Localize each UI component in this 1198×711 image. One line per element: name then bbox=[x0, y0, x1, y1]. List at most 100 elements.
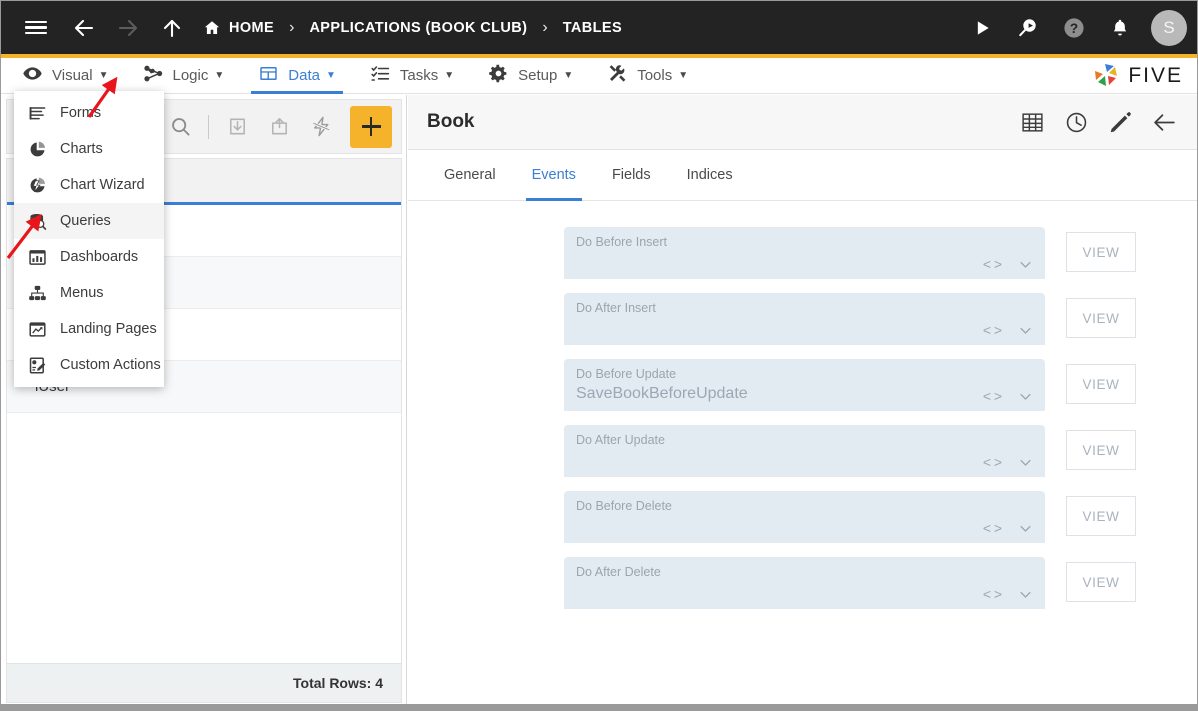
menu-item-tasks[interactable]: Tasks ▼ bbox=[357, 58, 467, 94]
export-upload-icon[interactable] bbox=[260, 108, 298, 146]
code-brackets-icon[interactable]: < > bbox=[983, 322, 1003, 338]
eye-icon bbox=[22, 63, 43, 89]
dropdown-item-dashboards[interactable]: Dashboards bbox=[14, 239, 164, 275]
code-brackets-icon[interactable]: < > bbox=[983, 388, 1003, 404]
bottom-scrollbar[interactable] bbox=[1, 704, 1197, 710]
chevron-down-icon[interactable] bbox=[1018, 455, 1033, 470]
event-field-do-before-delete[interactable]: Do Before Delete < > bbox=[564, 491, 1045, 543]
event-field-do-after-delete[interactable]: Do After Delete < > bbox=[564, 557, 1045, 609]
lightning-bolt-icon[interactable] bbox=[302, 108, 340, 146]
tab-general[interactable]: General bbox=[430, 150, 510, 201]
dropdown-item-charts[interactable]: Charts bbox=[14, 131, 164, 167]
menu-item-logic-label: Logic bbox=[172, 67, 209, 84]
menu-item-setup-label: Setup bbox=[518, 67, 558, 84]
dropdown-item-queries[interactable]: Queries bbox=[14, 203, 164, 239]
total-rows-footer: Total Rows: 4 bbox=[6, 663, 402, 703]
search-icon[interactable] bbox=[161, 108, 199, 146]
dropdown-item-queries-label: Queries bbox=[60, 213, 111, 229]
event-field-label: Do Before Update bbox=[576, 367, 677, 381]
up-arrow-icon[interactable] bbox=[153, 9, 191, 47]
view-button[interactable]: VIEW bbox=[1066, 562, 1136, 602]
page-title: Book bbox=[427, 111, 475, 132]
chevron-down-icon: ▼ bbox=[98, 70, 109, 81]
topbar-right-group: ? S bbox=[961, 1, 1187, 54]
code-brackets-icon[interactable]: < > bbox=[983, 586, 1003, 602]
view-button[interactable]: VIEW bbox=[1066, 232, 1136, 272]
detail-header-actions bbox=[1020, 110, 1197, 135]
menu-item-data[interactable]: Data ▼ bbox=[245, 58, 349, 94]
event-field-label: Do After Update bbox=[576, 433, 665, 447]
menu-item-tasks-label: Tasks bbox=[399, 67, 439, 84]
play-icon[interactable] bbox=[961, 7, 1003, 49]
module-menu-bar: Visual ▼ Logic ▼ Data ▼ Tasks ▼ Setup ▼ … bbox=[1, 58, 1197, 94]
code-brackets-icon[interactable]: < > bbox=[983, 454, 1003, 470]
dropdown-item-chart-wizard[interactable]: Chart Wizard bbox=[14, 167, 164, 203]
tab-fields[interactable]: Fields bbox=[598, 150, 665, 201]
avatar[interactable]: S bbox=[1151, 9, 1187, 46]
tables-list-panel: iUser Total Rows: 4 Forms C bbox=[1, 91, 407, 710]
event-field-do-before-update[interactable]: Do Before Update SaveBookBeforeUpdate < … bbox=[564, 359, 1045, 411]
code-brackets-icon[interactable]: < > bbox=[983, 520, 1003, 536]
breadcrumb-item-home[interactable]: HOME bbox=[203, 19, 274, 37]
menu-item-logic[interactable]: Logic ▼ bbox=[130, 58, 238, 94]
event-field-label: Do Before Delete bbox=[576, 499, 672, 513]
chevron-down-icon: ▼ bbox=[214, 70, 225, 81]
dropdown-item-forms-label: Forms bbox=[60, 105, 102, 121]
custom-actions-icon bbox=[27, 355, 47, 375]
dropdown-item-menus[interactable]: Menus bbox=[14, 275, 164, 311]
help-circle-icon[interactable]: ? bbox=[1053, 7, 1095, 49]
chevron-down-icon[interactable] bbox=[1018, 323, 1033, 338]
tab-events[interactable]: Events bbox=[518, 150, 590, 201]
history-clock-icon[interactable] bbox=[1064, 110, 1089, 135]
tab-indices[interactable]: Indices bbox=[673, 150, 747, 201]
breadcrumb-item-applications[interactable]: APPLICATIONS (BOOK CLUB) bbox=[309, 20, 527, 36]
event-field-do-before-insert[interactable]: Do Before Insert < > bbox=[564, 227, 1045, 279]
event-field-do-after-insert[interactable]: Do After Insert < > bbox=[564, 293, 1045, 345]
dashboard-icon bbox=[27, 247, 47, 267]
gear-icon bbox=[488, 63, 509, 89]
forms-lines-icon bbox=[27, 103, 47, 123]
forward-arrow-icon[interactable] bbox=[109, 9, 147, 47]
search-magnifier-icon[interactable] bbox=[1007, 7, 1049, 49]
detail-header: Book bbox=[408, 95, 1197, 150]
menu-item-setup[interactable]: Setup ▼ bbox=[475, 58, 586, 94]
event-field-icons: < > bbox=[983, 586, 1033, 602]
view-button[interactable]: VIEW bbox=[1066, 298, 1136, 338]
breadcrumb-separator-2: › bbox=[542, 18, 548, 36]
back-arrow-icon[interactable] bbox=[1152, 110, 1177, 135]
chevron-down-icon[interactable] bbox=[1018, 389, 1033, 404]
menu-item-tools[interactable]: Tools ▼ bbox=[594, 58, 701, 94]
table-view-icon[interactable] bbox=[1020, 110, 1045, 135]
chevron-down-icon: ▼ bbox=[563, 70, 574, 81]
breadcrumb-item-tables[interactable]: TABLES bbox=[563, 20, 622, 36]
chevron-down-icon[interactable] bbox=[1018, 587, 1033, 602]
edit-pencil-icon[interactable] bbox=[1108, 110, 1133, 135]
event-field-icons: < > bbox=[983, 520, 1033, 536]
dropdown-item-custom-actions-label: Custom Actions bbox=[60, 357, 161, 373]
event-row-do-after-delete: Do After Delete < > VIEW bbox=[408, 557, 1197, 609]
import-download-icon[interactable] bbox=[218, 108, 256, 146]
breadcrumb: HOME › APPLICATIONS (BOOK CLUB) › TABLES bbox=[203, 19, 622, 37]
table-grid-icon bbox=[258, 63, 279, 89]
dropdown-item-forms[interactable]: Forms bbox=[14, 95, 164, 131]
dropdown-item-landing-pages[interactable]: Landing Pages bbox=[14, 311, 164, 347]
code-brackets-icon[interactable]: < > bbox=[983, 256, 1003, 272]
back-arrow-icon[interactable] bbox=[65, 9, 103, 47]
five-pinwheel-icon bbox=[1095, 64, 1118, 86]
event-field-do-after-update[interactable]: Do After Update < > bbox=[564, 425, 1045, 477]
chevron-down-icon[interactable] bbox=[1018, 521, 1033, 536]
view-button[interactable]: VIEW bbox=[1066, 496, 1136, 536]
dropdown-item-menus-label: Menus bbox=[60, 285, 104, 301]
tools-icon bbox=[607, 63, 628, 89]
dropdown-item-custom-actions[interactable]: Custom Actions bbox=[14, 347, 164, 383]
dropdown-item-dashboards-label: Dashboards bbox=[60, 249, 139, 265]
view-button[interactable]: VIEW bbox=[1066, 430, 1136, 470]
menu-item-visual[interactable]: Visual ▼ bbox=[9, 58, 122, 94]
chevron-down-icon[interactable] bbox=[1018, 257, 1033, 272]
menu-item-visual-label: Visual bbox=[52, 67, 93, 84]
view-button[interactable]: VIEW bbox=[1066, 364, 1136, 404]
hamburger-icon[interactable] bbox=[17, 9, 55, 47]
add-plus-button[interactable] bbox=[350, 105, 392, 148]
toolbar-divider bbox=[208, 114, 209, 139]
bell-icon[interactable] bbox=[1099, 7, 1141, 49]
